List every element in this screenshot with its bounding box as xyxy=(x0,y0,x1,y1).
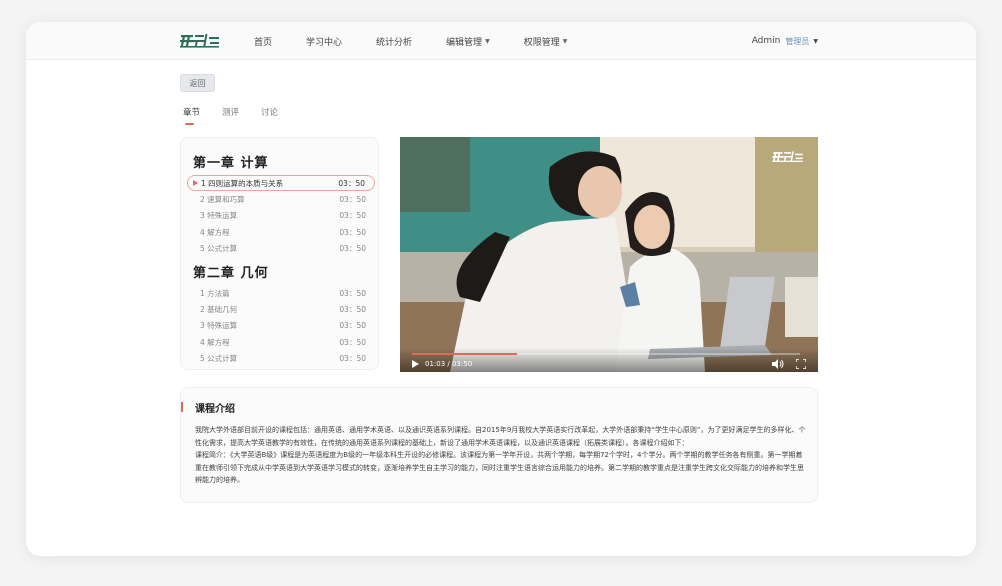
video-progress-bar[interactable] xyxy=(412,353,800,355)
lesson-name: 2 基础几何 xyxy=(200,304,238,314)
nav-item-home[interactable]: 首页 xyxy=(254,35,272,48)
fullscreen-icon[interactable] xyxy=(796,359,806,369)
lesson-duration: 03：50 xyxy=(339,194,366,204)
nav-item-statistics[interactable]: 统计分析 xyxy=(376,35,412,48)
lesson-name: 2 速算和巧算 xyxy=(200,194,245,204)
course-intro-title: 课程介绍 xyxy=(195,404,235,415)
lesson-item[interactable]: 2 基础几何 03：50 xyxy=(187,301,375,317)
video-player[interactable]: 01:03 / 03:50 xyxy=(400,137,818,372)
lesson-item[interactable]: 5 公式计算 03：50 xyxy=(187,240,375,256)
lesson-duration: 03：50 xyxy=(339,243,366,253)
play-indicator-icon xyxy=(193,180,198,186)
lesson-duration: 03：50 xyxy=(338,178,365,188)
course-tabs: 章节 测评 讨论 xyxy=(183,106,300,125)
top-navigation-bar: 首页 学习中心 统计分析 编辑管理 ▼ 权限管理 ▼ Admin 管理员 ▼ xyxy=(26,22,976,60)
lesson-item[interactable]: 3 特殊运算 03：50 xyxy=(187,207,375,223)
lesson-duration: 03：50 xyxy=(339,227,366,237)
video-watermark-logo xyxy=(772,151,803,162)
lesson-duration: 03：50 xyxy=(339,210,366,220)
course-intro-card: 课程介绍 我院大学外语部目前开设的课程包括：通用英语、通用学术英语、以及通识英语… xyxy=(180,387,818,503)
chevron-down-icon: ▼ xyxy=(562,37,568,45)
lesson-item[interactable]: 2 速算和巧算 03：50 xyxy=(187,191,375,207)
chapter-title: 第二章 几何 xyxy=(193,266,269,281)
lesson-name: 1 四则运算的本质与关系 xyxy=(201,178,284,188)
user-name: Admin xyxy=(751,36,781,46)
chevron-down-icon: ▼ xyxy=(485,37,490,45)
lesson-duration: 03：50 xyxy=(339,353,366,363)
back-button[interactable]: 返回 xyxy=(180,74,215,92)
video-progress-fill xyxy=(412,353,517,355)
video-controls: 01:03 / 03:50 xyxy=(400,348,818,372)
video-time: 01:03 / 03:50 xyxy=(425,360,473,368)
chapter-title: 第一章 计算 xyxy=(193,156,269,171)
intro-paragraph: 我院大学外语部目前开设的课程包括：通用英语、通用学术英语、以及通识英语系列课程。… xyxy=(195,426,806,447)
user-role: 管理员 xyxy=(785,36,810,46)
lesson-item[interactable]: 1 方法篇 03：50 xyxy=(187,285,375,301)
lesson-item[interactable]: 1 四则运算的本质与关系 03：50 xyxy=(187,175,375,191)
lesson-item[interactable]: 4 解方程 03：50 xyxy=(187,224,375,240)
course-intro-text: 我院大学外语部目前开设的课程包括：通用英语、通用学术英语、以及通识英语系列课程。… xyxy=(195,424,807,487)
lesson-name: 4 解方程 xyxy=(200,227,230,237)
nav-item-learning-center[interactable]: 学习中心 xyxy=(306,35,342,48)
lesson-name: 3 特殊运算 xyxy=(200,210,238,220)
lesson-duration: 03：50 xyxy=(339,320,366,330)
app-window: 首页 学习中心 统计分析 编辑管理 ▼ 权限管理 ▼ Admin 管理员 ▼ 返回 … xyxy=(26,22,976,556)
lesson-item[interactable]: 3 特殊运算 03：50 xyxy=(187,317,375,333)
lesson-name: 3 特殊运算 xyxy=(200,320,238,330)
main-nav: 首页 学习中心 统计分析 编辑管理 ▼ 权限管理 ▼ xyxy=(254,22,601,60)
brand-logo[interactable] xyxy=(180,31,220,49)
chevron-down-icon: ▼ xyxy=(813,37,818,45)
tab-discussion[interactable]: 讨论 xyxy=(261,106,278,118)
lesson-item[interactable]: 5 公式计算 03：50 xyxy=(187,350,375,366)
video-frame-image xyxy=(400,137,818,372)
lesson-duration: 03：50 xyxy=(339,288,366,298)
lesson-duration: 03：50 xyxy=(339,304,366,314)
section-accent-bar xyxy=(181,402,183,412)
lesson-name: 1 方法篇 xyxy=(200,288,230,298)
tab-chapters[interactable]: 章节 xyxy=(183,106,200,125)
intro-paragraph: 课程简介：《大学英语B级》课程是为英语程度为B级的一年级本科生开设的必修课程。该… xyxy=(195,451,804,484)
lesson-name: 5 公式计算 xyxy=(200,243,238,253)
chapter-list: 第一章 计算 1 四则运算的本质与关系 03：50 2 速算和巧算 03：50 … xyxy=(180,137,379,370)
user-menu[interactable]: Admin 管理员 ▼ xyxy=(752,22,818,60)
play-icon[interactable] xyxy=(412,360,419,368)
tab-assessment[interactable]: 测评 xyxy=(222,106,239,118)
volume-icon[interactable] xyxy=(772,359,784,369)
nav-item-edit-management[interactable]: 编辑管理 ▼ xyxy=(446,35,490,48)
lesson-duration: 03：50 xyxy=(339,337,366,347)
lesson-name: 4 解方程 xyxy=(200,337,230,347)
lesson-item[interactable]: 4 解方程 03：50 xyxy=(187,334,375,350)
nav-item-permission-management[interactable]: 权限管理 ▼ xyxy=(524,35,568,48)
lesson-name: 5 公式计算 xyxy=(200,353,238,363)
